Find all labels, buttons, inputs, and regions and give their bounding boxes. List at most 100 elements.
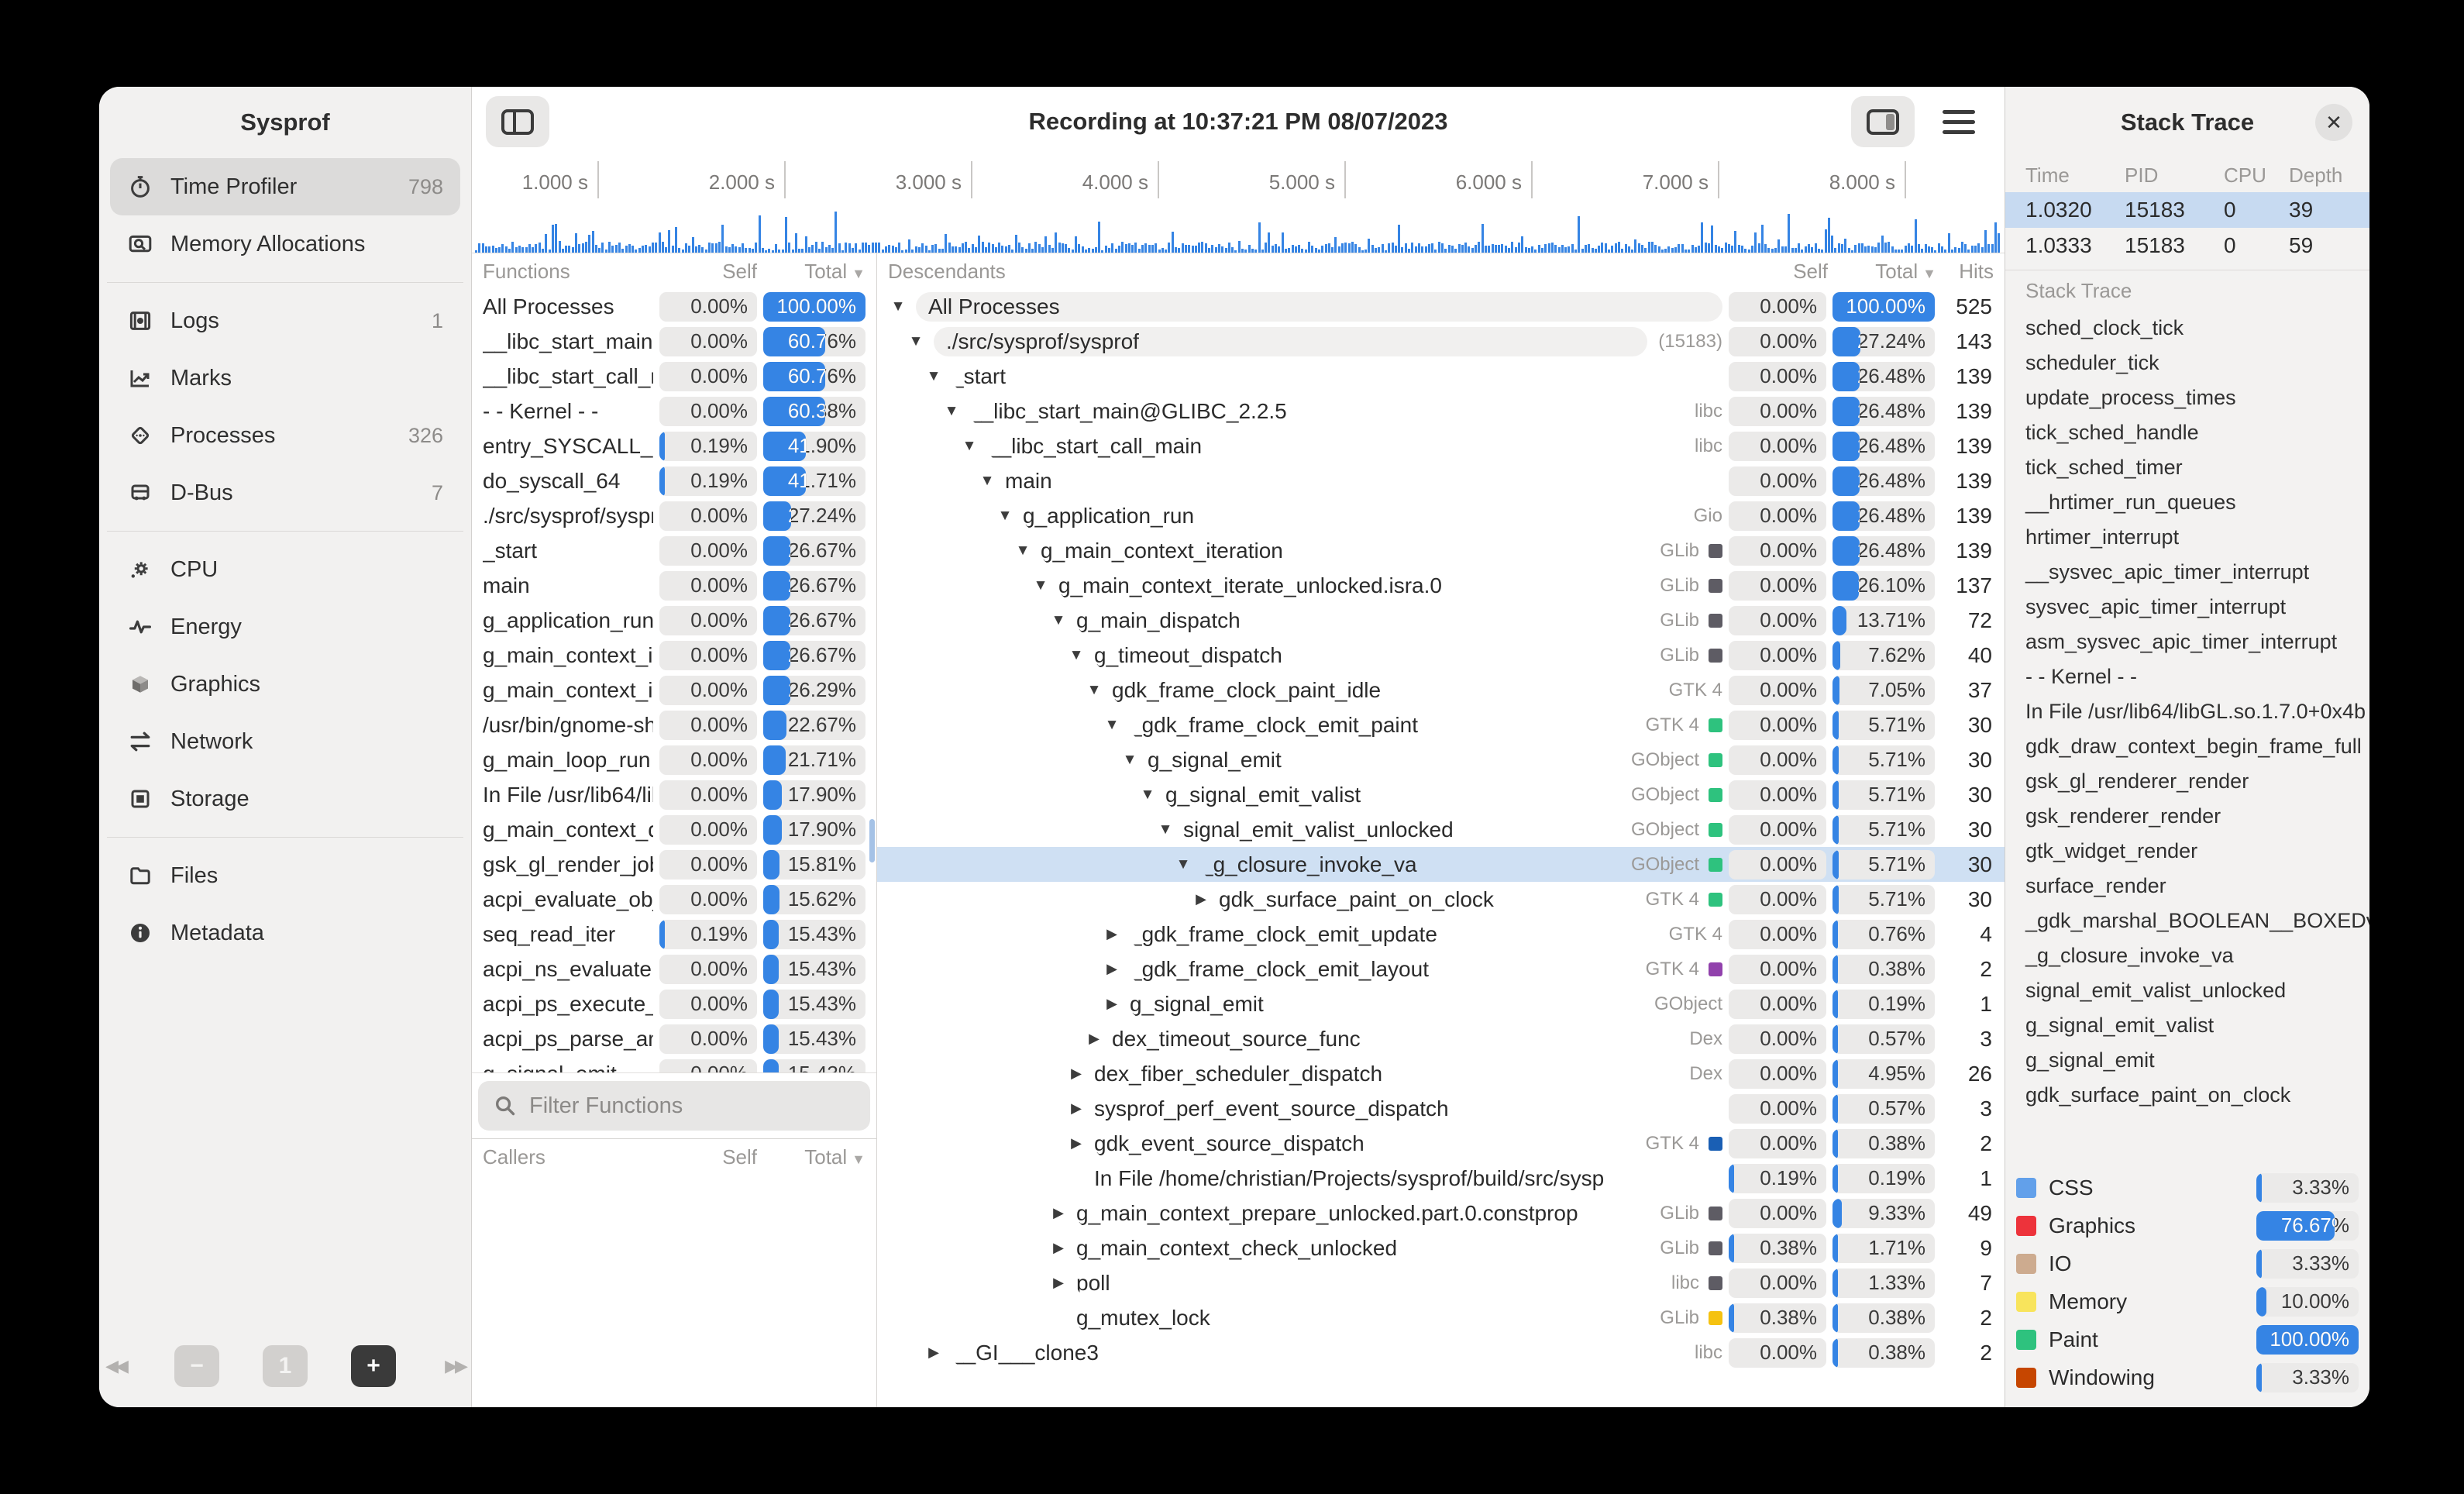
- expander-closed-icon[interactable]: ▶: [1100, 961, 1124, 977]
- sidebar-item-graphics[interactable]: Graphics: [110, 656, 460, 713]
- function-row[interactable]: In File /usr/lib64/libgl0.00%17.90%17.90…: [472, 777, 876, 812]
- descendant-row[interactable]: ▶_gdk_frame_clock_emit_layoutGTK 40.00%0…: [877, 952, 2005, 986]
- stack-frame-row[interactable]: gsk_gl_renderer_render: [2005, 764, 2369, 799]
- stack-frame-row[interactable]: _g_closure_invoke_va: [2005, 938, 2369, 973]
- sidebar-item-metadata[interactable]: Metadata: [110, 904, 460, 962]
- sidebar-item-storage[interactable]: Storage: [110, 770, 460, 828]
- expander-open-icon[interactable]: ▼: [886, 298, 910, 315]
- function-row[interactable]: g_application_run0.00%26.67%26.67%: [472, 603, 876, 638]
- expander-open-icon[interactable]: ▼: [1100, 717, 1124, 734]
- functions-column-header[interactable]: Functions: [483, 260, 653, 284]
- descendants-total-column-header[interactable]: Total▼: [1834, 260, 1936, 284]
- stack-frame-row[interactable]: surface_render: [2005, 869, 2369, 904]
- stack-frame-row[interactable]: gdk_draw_context_begin_frame_full: [2005, 729, 2369, 764]
- descendant-row[interactable]: ▶g_main_context_check_unlockedGLib0.38%0…: [877, 1231, 2005, 1265]
- cpu-activity-waveform[interactable]: [472, 201, 2005, 253]
- descendant-row[interactable]: ▶polllibc0.00%1.33%1.33%7: [877, 1265, 2005, 1300]
- descendant-row[interactable]: ▼g_signal_emit_valistGObject0.00%5.71%5.…: [877, 777, 2005, 812]
- function-row[interactable]: g_main_context_disp0.00%17.90%17.90%: [472, 812, 876, 847]
- descendant-row[interactable]: ▶gdk_surface_paint_on_clockGTK 40.00%5.7…: [877, 882, 2005, 917]
- stack-frame-row[interactable]: gsk_renderer_render: [2005, 799, 2369, 834]
- function-row[interactable]: main0.00%26.67%26.67%: [472, 568, 876, 603]
- stack-frame-row[interactable]: tick_sched_handle: [2005, 415, 2369, 450]
- function-row[interactable]: acpi_ns_evaluate0.00%15.43%15.43%: [472, 952, 876, 986]
- expander-open-icon[interactable]: ▼: [1154, 821, 1177, 838]
- stack-frame-row[interactable]: sched_clock_tick: [2005, 311, 2369, 346]
- sidebar-item-processes[interactable]: Processes326: [110, 407, 460, 464]
- descendant-row[interactable]: ▼_g_closure_invoke_vaGObject0.00%5.71%5.…: [877, 847, 2005, 882]
- function-row[interactable]: g_signal_emit0.00%15.43%15.43%: [472, 1056, 876, 1072]
- expander-closed-icon[interactable]: ▶: [1065, 1135, 1088, 1151]
- expander-open-icon[interactable]: ▼: [1136, 787, 1159, 804]
- hits-column-header[interactable]: Hits: [1943, 260, 1994, 284]
- expander-closed-icon[interactable]: ▶: [1065, 1065, 1088, 1082]
- descendant-row[interactable]: ▼./src/sysprof/sysprof(15183)0.00%27.24%…: [877, 324, 2005, 359]
- expander-open-icon[interactable]: ▼: [1118, 752, 1141, 769]
- function-row[interactable]: do_syscall_640.19%0.19%41.71%41.71%: [472, 463, 876, 498]
- descendant-row[interactable]: ▼__libc_start_main@GLIBC_2.2.5libc0.00%2…: [877, 394, 2005, 429]
- sidebar-item-marks[interactable]: Marks: [110, 349, 460, 407]
- expander-open-icon[interactable]: ▼: [904, 333, 927, 350]
- descendant-row[interactable]: ▼g_signal_emitGObject0.00%5.71%5.71%30: [877, 742, 2005, 777]
- expander-closed-icon[interactable]: ▶: [1047, 1275, 1070, 1291]
- self-column-header[interactable]: Self: [659, 260, 757, 284]
- function-row[interactable]: g_main_context_itera0.00%26.29%26.29%: [472, 673, 876, 707]
- stack-frame-row[interactable]: asm_sysvec_apic_timer_interrupt: [2005, 625, 2369, 659]
- sample-row[interactable]: 1.033315183059: [2005, 228, 2369, 263]
- sidebar-item-network[interactable]: Network: [110, 713, 460, 770]
- descendant-row[interactable]: ▼All Processes0.00%100.00%100.00%525: [877, 289, 2005, 324]
- filter-functions-input[interactable]: Filter Functions: [478, 1081, 870, 1131]
- expander-open-icon[interactable]: ▼: [976, 473, 999, 490]
- function-row[interactable]: __libc_start_call_mai0.00%60.76%60.76%: [472, 359, 876, 394]
- expander-open-icon[interactable]: ▼: [993, 508, 1017, 525]
- stack-frame-row[interactable]: g_signal_emit: [2005, 1043, 2369, 1078]
- function-row[interactable]: __libc_start_main@G0.00%60.76%60.76%: [472, 324, 876, 359]
- descendant-row[interactable]: ▼_start0.00%26.48%26.48%139: [877, 359, 2005, 394]
- function-row[interactable]: - - Kernel - -0.00%60.38%60.38%: [472, 394, 876, 429]
- function-row[interactable]: ./src/sysprof/sysprof0.00%27.24%27.24%: [472, 498, 876, 533]
- stack-frame-row[interactable]: hrtimer_interrupt: [2005, 520, 2369, 555]
- expander-closed-icon[interactable]: ▶: [1100, 926, 1124, 942]
- function-row[interactable]: entry_SYSCALL_64_a0.19%0.19%41.90%41.90%: [472, 429, 876, 463]
- expander-closed-icon[interactable]: ▶: [1100, 996, 1124, 1012]
- menu-button[interactable]: [1927, 96, 1991, 147]
- samples-column-header[interactable]: PID: [2125, 164, 2224, 188]
- stack-frame-row[interactable]: sysvec_apic_timer_interrupt: [2005, 590, 2369, 625]
- skip-forward-button[interactable]: ▶▶: [439, 1345, 470, 1387]
- total-column-header[interactable]: Total▼: [763, 260, 865, 284]
- descendant-row[interactable]: ▶g_signal_emitGObject0.00%0.19%0.19%1: [877, 986, 2005, 1021]
- stack-frame-row[interactable]: __hrtimer_run_queues: [2005, 485, 2369, 520]
- function-row[interactable]: acpi_ps_execute_met0.00%15.43%15.43%: [472, 986, 876, 1021]
- expander-open-icon[interactable]: ▼: [1172, 856, 1195, 873]
- expander-closed-icon[interactable]: ▶: [1082, 1031, 1106, 1047]
- function-row[interactable]: g_main_loop_run0.00%21.71%21.71%: [472, 742, 876, 777]
- expander-open-icon[interactable]: ▼: [1082, 682, 1106, 699]
- stack-frame-row[interactable]: signal_emit_valist_unlocked: [2005, 973, 2369, 1008]
- descendant-row[interactable]: ▼g_main_context_iterationGLib0.00%26.48%…: [877, 533, 2005, 568]
- descendant-row[interactable]: In File /home/christian/Projects/sysprof…: [877, 1161, 2005, 1196]
- descendant-row[interactable]: ▶sysprof_perf_event_source_dispatch0.00%…: [877, 1091, 2005, 1126]
- stack-frame-row[interactable]: _gdk_marshal_BOOLEAN__BOXEDv: [2005, 904, 2369, 938]
- descendant-row[interactable]: ▶_gdk_frame_clock_emit_updateGTK 40.00%0…: [877, 917, 2005, 952]
- zoom-in-button[interactable]: +: [351, 1345, 396, 1387]
- sidebar-item-memory-allocations[interactable]: Memory Allocations: [110, 215, 460, 273]
- stack-frame-row[interactable]: g_signal_emit_valist: [2005, 1008, 2369, 1043]
- samples-column-header[interactable]: CPU: [2224, 164, 2289, 188]
- expander-open-icon[interactable]: ▼: [1047, 612, 1070, 629]
- descendant-row[interactable]: ▼g_main_context_iterate_unlocked.isra.0G…: [877, 568, 2005, 603]
- expander-open-icon[interactable]: ▼: [958, 438, 981, 455]
- sidebar-item-cpu[interactable]: CPU: [110, 541, 460, 598]
- expander-open-icon[interactable]: ▼: [940, 403, 963, 420]
- descendant-row[interactable]: ▶dex_fiber_scheduler_dispatchDex0.00%4.9…: [877, 1056, 2005, 1091]
- stack-frame-row[interactable]: In File /usr/lib64/libGL.so.1.7.0+0x4b: [2005, 694, 2369, 729]
- expander-open-icon[interactable]: ▼: [1011, 542, 1034, 559]
- samples-column-header[interactable]: Time: [2025, 164, 2125, 188]
- expander-closed-icon[interactable]: ▶: [1065, 1100, 1088, 1117]
- function-row[interactable]: acpi_evaluate_object0.00%15.62%15.62%: [472, 882, 876, 917]
- descendant-row[interactable]: ▼gdk_frame_clock_paint_idleGTK 40.00%7.0…: [877, 673, 2005, 707]
- close-panel-button[interactable]: ✕: [2315, 104, 2352, 141]
- function-row[interactable]: acpi_ps_parse_aml0.00%15.43%15.43%: [472, 1021, 876, 1056]
- skip-backward-button[interactable]: ◀◀: [100, 1345, 131, 1387]
- expander-open-icon[interactable]: ▼: [1029, 577, 1052, 594]
- expander-closed-icon[interactable]: ▶: [1189, 891, 1213, 907]
